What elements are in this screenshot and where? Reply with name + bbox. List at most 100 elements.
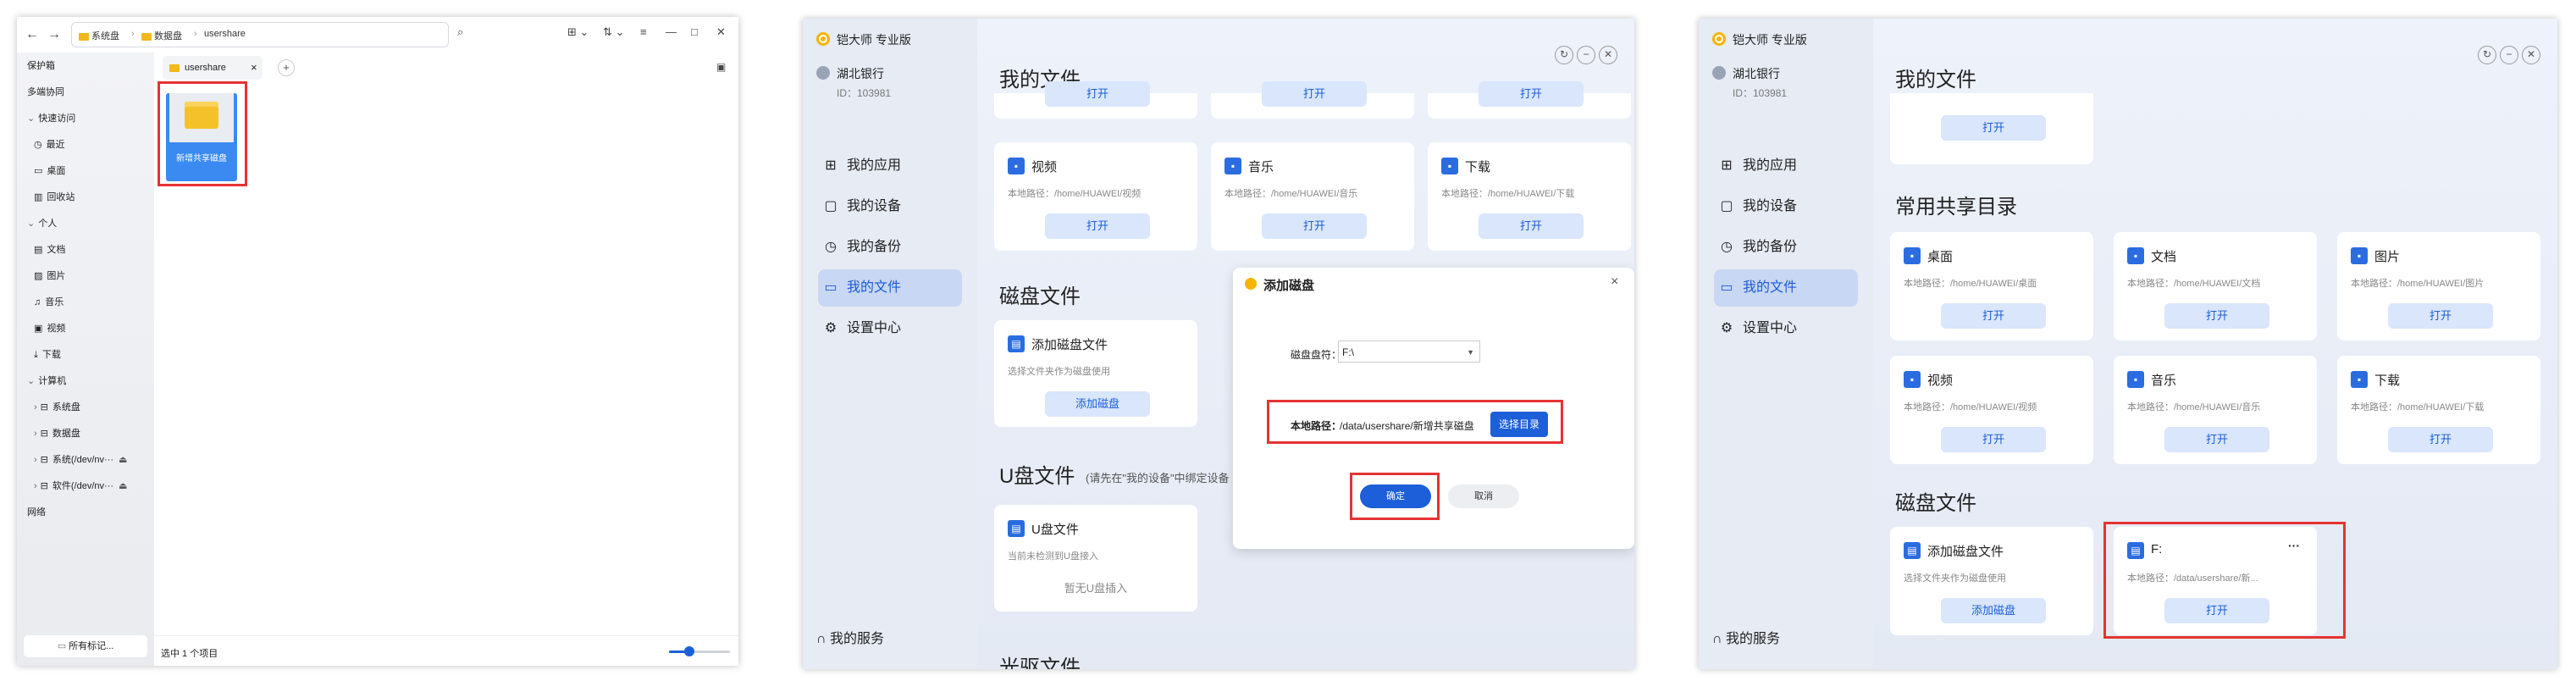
open-button[interactable]: 打开	[1262, 81, 1367, 107]
open-button[interactable]: 打开	[1941, 303, 2046, 329]
nav-item[interactable]: ⚙ 设置中心	[1714, 310, 1858, 347]
tab-usershare[interactable]: usershare ×	[163, 56, 263, 80]
open-button[interactable]: 打开	[2388, 303, 2493, 329]
sidebar-item[interactable]: ▨ 图片	[34, 268, 65, 285]
nav-item[interactable]: ◷ 我的备份	[818, 229, 962, 266]
app-logo-icon	[1712, 32, 1726, 46]
status-text: 选中 1 个项目	[161, 649, 218, 659]
zoom-slider-handle[interactable]	[683, 646, 694, 656]
close-button[interactable]: ✕	[2522, 46, 2540, 64]
open-button[interactable]: 打开	[1479, 81, 1584, 107]
sidebar-item[interactable]: ◷ 最近	[34, 136, 65, 153]
sidebar-item[interactable]: 网络	[27, 504, 46, 521]
drive-select[interactable]: F:\ ▼	[1338, 340, 1480, 363]
maximize-button[interactable]: □	[691, 25, 698, 38]
sidebar-item[interactable]: ▣ 视频	[34, 320, 65, 337]
minimize-button[interactable]: −	[2500, 46, 2518, 64]
sort-icon[interactable]: ⇅ ⌄	[603, 25, 624, 39]
open-button[interactable]: 打开	[1045, 213, 1150, 239]
nav-item[interactable]: ⊞ 我的应用	[818, 147, 962, 185]
disk-icon: ⊟	[40, 455, 48, 465]
close-button[interactable]: ✕	[1599, 46, 1617, 64]
file-manager-toolbar: ← → 系统盘 › 数据盘 › usershare ⌕ ⊞ ⌄ ⇅ ⌄ ≡ — …	[17, 17, 738, 53]
minimize-button[interactable]: −	[1577, 46, 1595, 64]
all-tags-button[interactable]: ▭ 所有标记...	[24, 635, 147, 657]
sidebar-item[interactable]: 多端协同	[27, 84, 64, 101]
breadcrumb-item[interactable]: 数据盘	[141, 29, 182, 42]
nav-item[interactable]: ▭ 我的文件	[1714, 269, 1858, 307]
add-tab-button[interactable]: +	[278, 59, 295, 76]
chevron-down-icon[interactable]: ⌄	[27, 376, 35, 386]
nav-item[interactable]: ◷ 我的备份	[1714, 229, 1858, 266]
open-button[interactable]: 打开	[1479, 213, 1584, 239]
partial-card: 打开	[994, 81, 1197, 119]
chevron-right-icon[interactable]: ›	[34, 402, 37, 412]
video-icon: ▣	[34, 324, 43, 334]
my-service-link[interactable]: ∩ 我的服务	[1712, 627, 1780, 647]
open-button[interactable]: 打开	[2388, 427, 2493, 452]
refresh-button[interactable]: ↻	[1555, 46, 1573, 64]
open-button[interactable]: 打开	[1045, 81, 1150, 107]
breadcrumb-separator: ›	[131, 29, 135, 39]
sidebar-item[interactable]: ▭ 桌面	[34, 163, 65, 180]
menu-icon[interactable]: ≡	[640, 25, 647, 38]
highlight-box	[1267, 400, 1563, 444]
refresh-button[interactable]: ↻	[2478, 46, 2496, 64]
tab-close-icon[interactable]: ×	[251, 61, 257, 74]
sidebar-item[interactable]: › ⊟ 数据盘	[34, 425, 80, 442]
sidebar-toggle-icon[interactable]: ▣	[716, 61, 726, 73]
nav-item[interactable]: ▭ 我的文件	[818, 269, 962, 307]
back-button[interactable]: ←	[25, 27, 39, 42]
nav-item[interactable]: ▢ 我的设备	[818, 188, 962, 225]
sidebar-item[interactable]: ⤓ 下载	[34, 346, 61, 363]
sidebar-item[interactable]: ▤ 文档	[34, 241, 65, 258]
sidebar-item[interactable]: › ⊟ 系统盘	[34, 399, 80, 416]
chevron-down-icon[interactable]: ⌄	[27, 219, 35, 229]
cancel-button[interactable]: 取消	[1448, 484, 1519, 508]
breadcrumb-item[interactable]: 系统盘	[79, 29, 119, 42]
nav-item[interactable]: ▢ 我的设备	[1714, 188, 1858, 225]
folder-icon: ▭	[1720, 280, 1733, 295]
chevron-right-icon[interactable]: ›	[34, 481, 37, 491]
sidebar-item[interactable]: › ⊟ 软件(/dev/nv··· ⏏	[34, 478, 127, 495]
disk-icon: ⊟	[40, 402, 48, 412]
sidebar-item[interactable]: 保护箱	[27, 58, 55, 75]
chevron-right-icon[interactable]: ›	[34, 429, 37, 439]
chevron-right-icon[interactable]: ›	[34, 455, 37, 465]
breadcrumb-item[interactable]: usershare	[204, 29, 246, 39]
add-disk-button[interactable]: 添加磁盘	[1941, 598, 2046, 623]
usb-hint: (请先在"我的设备"中绑定设备	[1086, 472, 1230, 484]
eject-icon[interactable]: ⏏	[119, 455, 127, 465]
sidebar-item[interactable]: ♫ 音乐	[34, 294, 64, 311]
open-button[interactable]: 打开	[2164, 303, 2269, 329]
forward-button[interactable]: →	[47, 27, 61, 42]
close-button[interactable]: ✕	[716, 25, 726, 39]
folder-icon	[169, 64, 180, 72]
app-window-add-disk: 铠大师 专业版 湖北银行 ID：103981 ⊞ 我的应用 ▢ 我的设备 ◷ 我的备份 ▭ 我…	[803, 19, 1634, 669]
grid-view-icon[interactable]: ⊞ ⌄	[567, 25, 589, 39]
minimize-button[interactable]: —	[666, 25, 677, 38]
sidebar-item[interactable]: ⌄ 计算机	[27, 373, 66, 390]
sidebar-item[interactable]: ▥ 回收站	[34, 189, 75, 206]
app-title: 铠大师 专业版	[1733, 33, 1807, 47]
open-button[interactable]: 打开	[2164, 427, 2269, 452]
search-icon[interactable]: ⌕	[457, 25, 463, 39]
app-logo-icon	[1245, 278, 1257, 290]
add-disk-button[interactable]: 添加磁盘	[1045, 391, 1150, 417]
eject-icon[interactable]: ⏏	[119, 481, 127, 491]
zoom-slider[interactable]	[669, 646, 730, 656]
nav-item[interactable]: ⊞ 我的应用	[1714, 147, 1858, 185]
highlight-box	[1350, 473, 1440, 520]
dialog-close-icon[interactable]: ×	[1611, 274, 1618, 290]
address-bar[interactable]: 系统盘 › 数据盘 › usershare	[71, 22, 449, 47]
my-service-link[interactable]: ∩ 我的服务	[816, 627, 884, 647]
open-button[interactable]: 打开	[1941, 427, 2046, 452]
nav-item[interactable]: ⚙ 设置中心	[818, 310, 962, 347]
directory-card: ▪ 音乐 本地路径：/home/HUAWEI/音乐 打开	[1211, 142, 1414, 251]
sidebar-item[interactable]: ⌄ 个人	[27, 215, 57, 232]
open-button[interactable]: 打开	[1262, 213, 1367, 239]
sidebar-item[interactable]: › ⊟ 系统(/dev/nv··· ⏏	[34, 451, 127, 468]
sidebar-item[interactable]: ⌄ 快速访问	[27, 110, 75, 127]
open-button[interactable]: 打开	[1941, 115, 2046, 141]
chevron-down-icon[interactable]: ⌄	[27, 114, 35, 124]
